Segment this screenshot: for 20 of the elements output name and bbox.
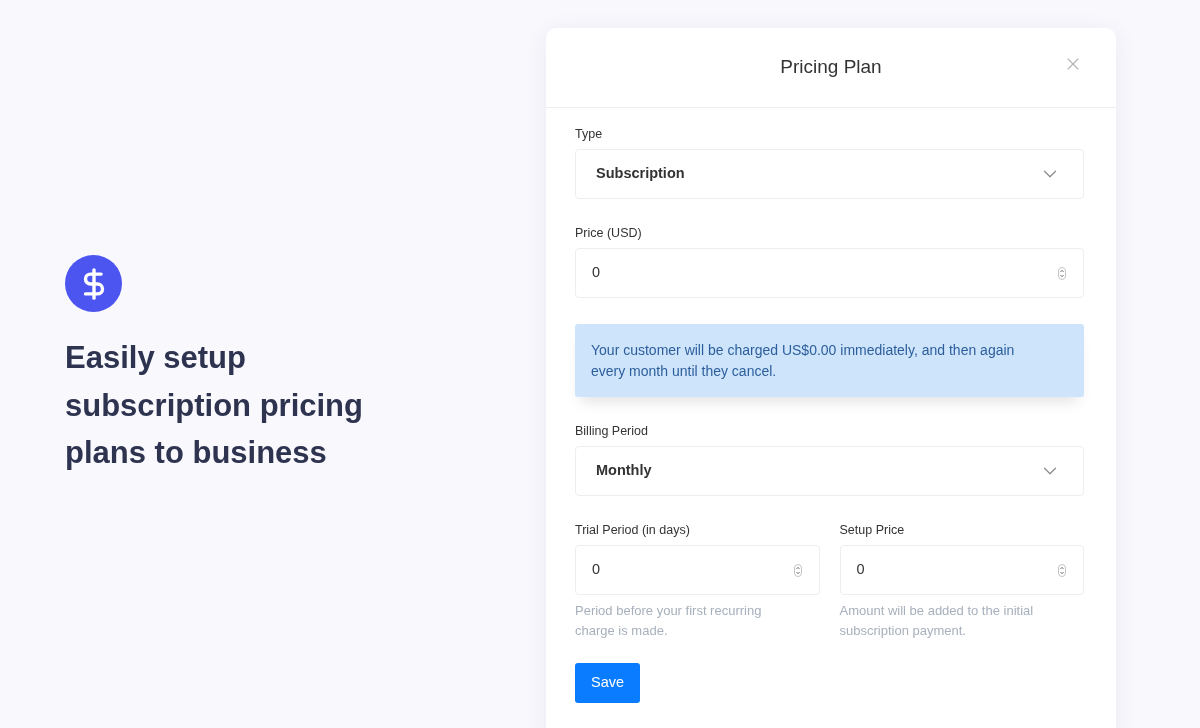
field-label: Price (USD) xyxy=(575,225,643,241)
field-label: Type xyxy=(575,126,604,142)
spinner-arrows-icon[interactable] xyxy=(1058,266,1066,280)
dollar-icon xyxy=(65,255,122,312)
info-notice: Your customer will be charged US$0.00 immediately, and then again every month until they cancel. xyxy=(575,324,1084,397)
dropdown-select[interactable]: Monthly xyxy=(575,446,1084,496)
number-input-field[interactable]: 0 xyxy=(839,545,1084,595)
dropdown-select[interactable]: Subscription xyxy=(575,149,1084,199)
field-label: Billing Period xyxy=(575,423,649,439)
save-button[interactable]: Save xyxy=(575,663,641,703)
field-label: Setup Price xyxy=(839,522,906,538)
dialog-title: Pricing Plan xyxy=(780,55,882,80)
field-label: Trial Period (in days) xyxy=(575,522,691,538)
number-input-field[interactable]: 0 xyxy=(575,248,1084,298)
number-input-field[interactable]: 0 xyxy=(575,545,820,595)
spinner-arrows-icon[interactable] xyxy=(1058,563,1066,577)
help-text: Period before your first recurring charge is made. xyxy=(575,602,763,640)
spinner-arrows-icon[interactable] xyxy=(793,563,802,577)
promo-heading: Easily setup subscription pricing plans to business xyxy=(65,339,364,472)
help-text: Amount will be added to the initial subscription payment. xyxy=(839,602,1035,640)
